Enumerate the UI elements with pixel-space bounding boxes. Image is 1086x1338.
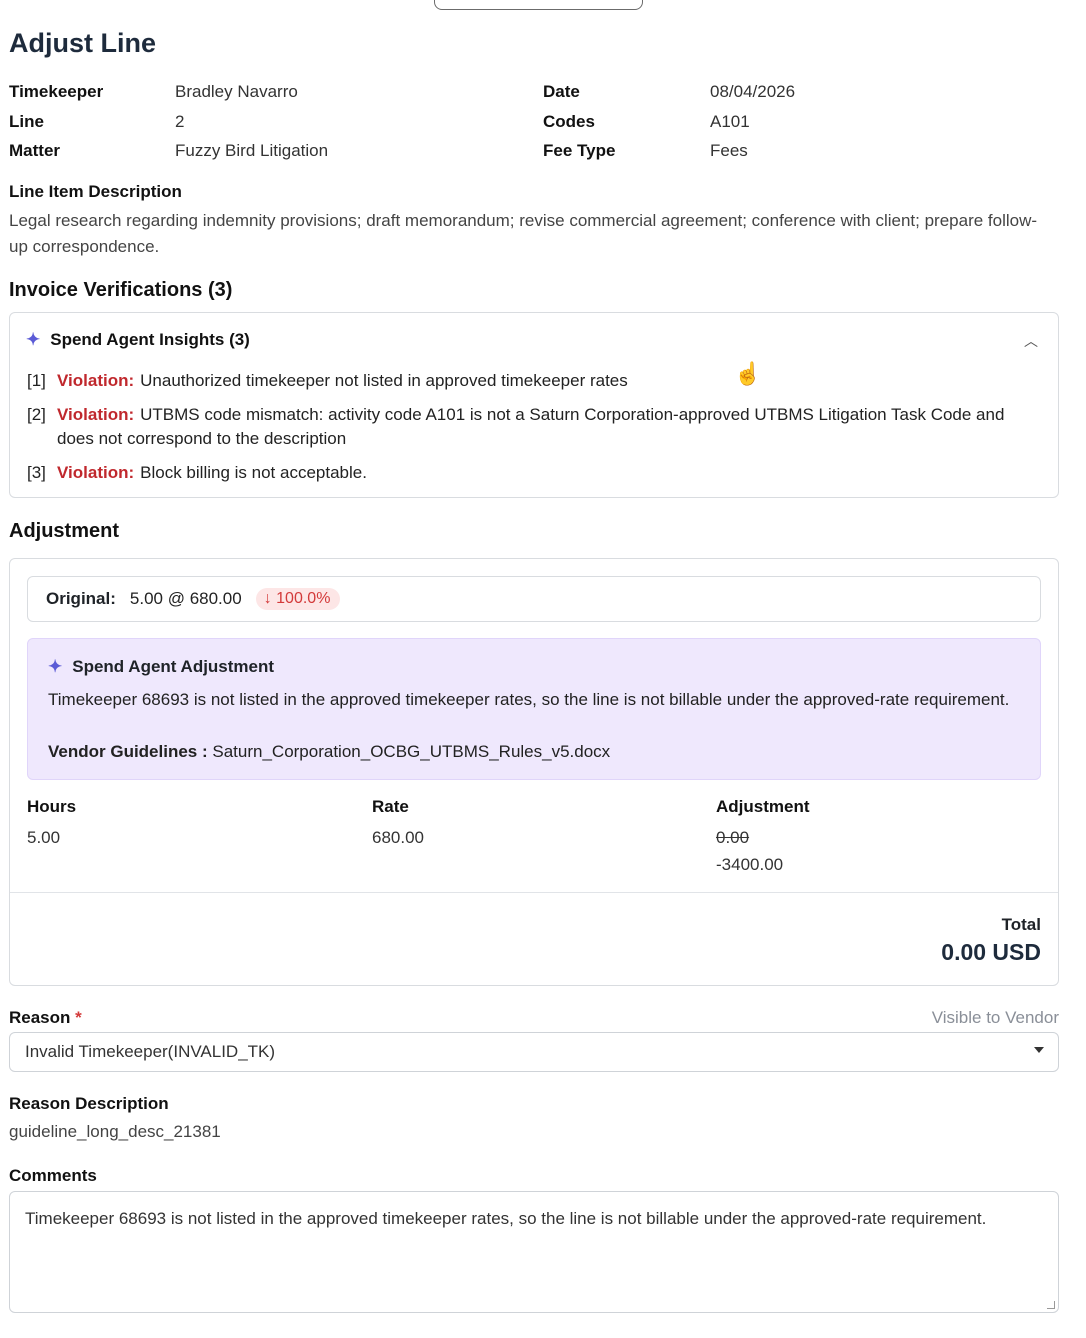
adjustment-panel: Original: 5.00 @ 680.00 ↓ 100.0% ✦ Spend… [9, 558, 1059, 986]
description-text: Legal research regarding indemnity provi… [9, 211, 1038, 256]
guidelines-label: Vendor Guidelines : [48, 742, 208, 761]
violation-tag: Violation: [57, 405, 135, 424]
matter-value: Fuzzy Bird Litigation [175, 141, 329, 160]
list-item: [1] Violation: Unauthorized timekeeper no… [27, 369, 1042, 393]
fee-type-label: Fee Type [543, 141, 616, 160]
description-label: Line Item Description [9, 182, 182, 201]
arrow-down-icon: ↓ [263, 590, 277, 607]
item-index: [3] [27, 463, 46, 482]
violation-text: UTBMS code mismatch: activity code A101 … [57, 405, 1005, 448]
comments-textarea[interactable]: Timekeeper 68693 is not listed in the ap… [9, 1191, 1059, 1313]
item-index: [2] [27, 405, 46, 424]
agent-adjustment-box: ✦ Spend Agent Adjustment Timekeeper 6869… [27, 638, 1041, 780]
item-index: [1] [27, 371, 46, 390]
agent-title: Spend Agent Adjustment [72, 657, 275, 676]
guidelines-file[interactable]: Saturn_Corporation_OCBG_UTBMS_Rules_v5.d… [212, 742, 610, 761]
original-label: Original: [46, 589, 116, 608]
reason-description-value: guideline_long_desc_21381 [9, 1122, 221, 1141]
line-label: Line [9, 111, 44, 131]
agent-header: ✦ Spend Agent Adjustment [48, 657, 274, 677]
agent-body: Timekeeper 68693 is not listed in the ap… [48, 690, 1010, 709]
reason-selected: Invalid Timekeeper(INVALID_TK) [25, 1042, 276, 1061]
comments-label: Comments [9, 1166, 97, 1185]
reason-label-text: Reason [9, 1008, 71, 1027]
meta-right: Date 08/04/2026 Codes A101 Fee Type Fees [543, 77, 795, 166]
codes-value: A101 [710, 111, 750, 131]
meta-left: Timekeeper Bradley Navarro Line 2 Matter Fu… [9, 77, 328, 166]
list-item: [2] Violation: UTBMS code mismatch: activ… [27, 403, 1042, 451]
change-pct: 100.0% [276, 590, 331, 607]
insights-list: [1] Violation: Unauthorized timekeeper no… [27, 369, 1042, 495]
resize-grip-icon[interactable] [1047, 1301, 1055, 1309]
line-value: 2 [175, 111, 185, 131]
rate-label: Rate [372, 797, 409, 816]
adjustment-old-value: 0.00 [716, 828, 750, 847]
violation-tag: Violation: [57, 371, 135, 390]
original-summary: Original: 5.00 @ 680.00 ↓ 100.0% [27, 576, 1041, 622]
reason-select[interactable]: Invalid Timekeeper(INVALID_TK) [9, 1032, 1059, 1072]
reason-description-label: Reason Description [9, 1094, 169, 1113]
codes-label: Codes [543, 111, 595, 131]
caret-down-icon [1034, 1047, 1044, 1053]
insights-header[interactable]: ✦ Spend Agent Insights (3) [26, 330, 250, 350]
original-value: 5.00 @ 680.00 [129, 589, 242, 608]
comments-text: Timekeeper 68693 is not listed in the ap… [25, 1209, 987, 1228]
matter-label: Matter [9, 141, 61, 160]
sparkle-icon: ✦ [48, 657, 63, 676]
adjustment-label: Adjustment [716, 797, 810, 816]
timekeeper-label: Timekeeper [9, 82, 104, 101]
adjustment-title: Adjustment [9, 520, 119, 542]
hours-value[interactable]: 5.00 [27, 824, 76, 851]
list-item: [3] Violation: Block billing is not accep… [27, 461, 1042, 485]
timekeeper-value: Bradley Navarro [175, 82, 298, 101]
insights-title: Spend Agent Insights (3) [50, 330, 250, 349]
adjustment-new-value[interactable]: -3400.00 [716, 851, 810, 878]
vendor-guidelines: Vendor Guidelines : Saturn_Corporation_O… [48, 742, 610, 762]
chevron-up-icon[interactable]: ︿ [1024, 331, 1038, 351]
hours-label: Hours [27, 797, 77, 816]
divider [10, 892, 1058, 893]
violation-tag: Violation: [57, 463, 135, 482]
required-mark: * [75, 1008, 82, 1027]
change-badge: ↓ 100.0% [255, 588, 341, 610]
fee-type-value: Fees [710, 141, 748, 160]
total-label: Total [1001, 915, 1041, 934]
violation-text: Block billing is not acceptable. [140, 463, 367, 482]
rate-col: Rate 680.00 [372, 797, 424, 851]
date-value: 08/04/2026 [710, 82, 796, 101]
top-tab-handle[interactable] [434, 0, 643, 10]
rate-value[interactable]: 680.00 [372, 824, 424, 851]
hours-col: Hours 5.00 [27, 797, 76, 851]
verifications-title: Invoice Verifications (3) [9, 279, 233, 301]
sparkle-icon: ✦ [26, 330, 41, 349]
visibility-note: Visible to Vendor [931, 1008, 1059, 1027]
date-label: Date [543, 82, 580, 101]
page-title: Adjust Line [9, 28, 156, 58]
insights-panel: ✦ Spend Agent Insights (3) ︿ [1] Violati… [9, 312, 1059, 498]
reason-label: Reason * [9, 1008, 82, 1028]
hand-cursor-icon: ☝ [734, 361, 762, 386]
adjustment-col: Adjustment 0.00 -3400.00 [716, 797, 810, 878]
violation-text: Unauthorized timekeeper not listed in ap… [140, 371, 628, 390]
total-value: 0.00 USD [941, 939, 1041, 965]
